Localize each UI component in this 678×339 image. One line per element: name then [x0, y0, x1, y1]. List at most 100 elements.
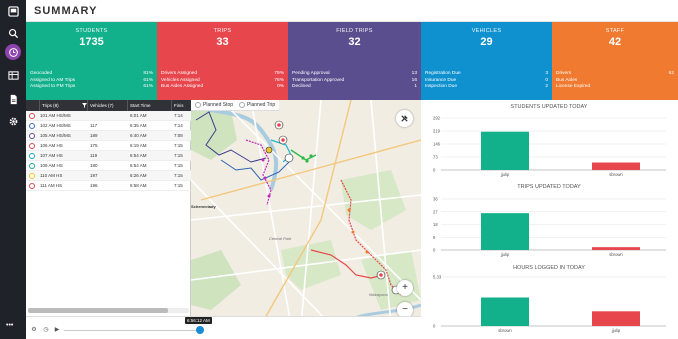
cell-finish: 7:15: [174, 173, 183, 178]
grid-header: Trips (8) Vehicles (7) Start Time Finis: [26, 100, 191, 111]
charts-panel: STUDENTS UPDATED TODAY 0 73 146 219 292 jjulip…: [421, 100, 678, 339]
tile-row: Bus Aides Assigned 0%: [161, 84, 284, 90]
column-header-start-time[interactable]: Start Time: [128, 100, 172, 111]
table-icon[interactable]: [4, 66, 22, 84]
tile-value: 33: [216, 36, 229, 48]
chart-students-updated-svg: STUDENTS UPDATED TODAY 0 73 146 219 292 jjulip…: [433, 104, 666, 177]
tile-students[interactable]: STUDENTS 1735 Geocoded 81% Assigned to AM…: [26, 22, 157, 100]
table-row[interactable]: 105 AM HS/MS 189 6:40 AM 7:08: [26, 131, 191, 141]
cell-trip: 111 AM HS: [40, 183, 63, 188]
route-color-dot: [29, 163, 35, 169]
filter-icon[interactable]: [80, 100, 88, 111]
legend-planned-trip[interactable]: Planned Trip: [239, 102, 275, 108]
cell-finish: 7:15: [174, 143, 183, 148]
tile-row: Drivers Assigned 79%: [161, 71, 284, 76]
map-tools-button[interactable]: [396, 110, 413, 127]
tile-row: Drivers 62: [556, 71, 674, 76]
settings-icon[interactable]: ⚙: [30, 326, 38, 334]
tile-trips[interactable]: TRIPS 33 Drivers Assigned 79% Vehicles As…: [157, 22, 288, 100]
playback-slider-handle[interactable]: [196, 326, 204, 334]
y-tick-label: 5.33: [433, 275, 442, 280]
app-logo-icon[interactable]: [4, 2, 22, 20]
table-row[interactable]: 102 AM HS/MS 117 6:35 AM 7:14: [26, 121, 191, 131]
route-color-dot: [29, 143, 35, 149]
legend-planned-stop[interactable]: Planned Stop: [195, 102, 233, 108]
route-color-dot: [29, 153, 35, 159]
tile-label: TRIPS: [213, 28, 232, 34]
search-icon[interactable]: [4, 24, 22, 42]
map-place-label: Schenectady: [191, 204, 216, 209]
tile-vehicles[interactable]: VEHICLES 29 Registration Due 3 Insurance …: [421, 22, 552, 100]
bar: [592, 311, 640, 326]
tile-row: Registration Due 3: [425, 71, 548, 76]
y-tick-label: 27: [433, 209, 438, 214]
cell-finish: 7:15: [174, 153, 183, 158]
cell-start-time: 6:40 AM: [130, 133, 147, 138]
chart-trips-updated: TRIPS UPDATED TODAY 0 9 18 27 36 jjulip sbrown: [421, 180, 678, 266]
cell-start-time: 6:35 AM: [130, 123, 147, 128]
y-tick-label: 0: [433, 168, 436, 173]
document-icon[interactable]: [4, 90, 22, 108]
chart-title: HOURS LOGGED IN TODAY: [513, 265, 585, 271]
tile-staff[interactable]: STAFF 42 Drivers 62 Bus Aides License Exp…: [552, 22, 678, 100]
bar: [481, 297, 529, 326]
y-tick-label: 146: [433, 142, 441, 147]
page-title: SUMMARY: [34, 5, 98, 17]
zoom-in-button[interactable]: +: [397, 280, 413, 296]
table-row[interactable]: 109 AM HS 180 6:54 AM 7:15: [26, 161, 191, 171]
cell-trip: 101 AM HS/MS: [40, 113, 71, 118]
x-tick-label: jjulip: [500, 252, 510, 257]
clock-icon[interactable]: ◷: [42, 326, 50, 334]
tile-field-trips[interactable]: FIELD TRIPS 32 Pending Approval 13 Transp…: [288, 22, 421, 100]
tile-value: 42: [608, 36, 622, 48]
tile-row: Geocoded 81%: [30, 71, 153, 76]
y-tick-label: 73: [433, 155, 438, 160]
cell-finish: 7:15: [174, 163, 183, 168]
more-menu-button[interactable]: •••: [6, 322, 13, 329]
y-tick-label: 18: [433, 222, 438, 227]
table-row[interactable]: 107 AM HS 119 6:54 AM 7:15: [26, 151, 191, 161]
x-tick-label: jjulip: [611, 328, 621, 333]
route-color-dot: [29, 183, 35, 189]
playback-track[interactable]: [64, 330, 204, 331]
scroll-thumb[interactable]: [28, 308, 168, 313]
route-color-dot: [29, 173, 35, 179]
tile-label: FIELD TRIPS: [336, 28, 373, 34]
map-view[interactable]: Planned Stop Planned Trip Schenectady Ce…: [191, 100, 421, 325]
legend-label: Planned Stop: [203, 102, 234, 108]
cell-start-time: 6:19 AM: [130, 143, 147, 148]
cell-trip: 110 AM HS: [40, 173, 63, 178]
x-tick-label: jjulip: [500, 172, 510, 177]
cell-vehicle: 119: [90, 153, 98, 158]
header: SUMMARY: [26, 0, 678, 22]
gear-icon[interactable]: [4, 112, 22, 130]
chart-title: STUDENTS UPDATED TODAY: [511, 104, 588, 110]
cell-vehicle: 180: [90, 163, 98, 168]
kpi-tiles: STUDENTS 1735 Geocoded 81% Assigned to AM…: [26, 22, 678, 100]
tile-row: Assigned to PM Trips 61%: [30, 84, 153, 90]
clock-icon[interactable]: [5, 44, 21, 60]
select-column-header[interactable]: [26, 100, 40, 111]
grid-horizontal-scrollbar[interactable]: [28, 308, 189, 313]
table-row[interactable]: 110 AM HS 197 6:26 AM 7:15: [26, 171, 191, 181]
y-tick-label: 9: [433, 235, 436, 240]
cell-vehicle: 196: [90, 183, 98, 188]
y-tick-label: 0: [433, 324, 436, 329]
table-row[interactable]: 106 AM HS 175 6:19 AM 7:15: [26, 141, 191, 151]
y-tick-label: 292: [433, 116, 441, 121]
bar: [481, 131, 529, 170]
cell-trip: 109 AM HS: [40, 163, 63, 168]
table-row[interactable]: 101 AM HS/MS 6:01 AM 7:14: [26, 111, 191, 121]
column-header-finish[interactable]: Finis: [172, 100, 191, 111]
play-icon[interactable]: ▶: [53, 326, 61, 334]
cell-start-time: 6:58 AM: [130, 183, 147, 188]
y-tick-label: 0: [433, 248, 436, 253]
cell-vehicle: 189: [90, 133, 98, 138]
legend-label: Planned Trip: [247, 102, 276, 108]
x-tick-label: sbrown: [609, 252, 623, 257]
table-row[interactable]: 111 AM HS 196 6:58 AM 7:15: [26, 181, 191, 191]
column-header-vehicles[interactable]: Vehicles (7): [88, 100, 128, 111]
cell-start-time: 6:26 AM: [130, 173, 147, 178]
map-place-label: Niskayuna: [369, 292, 388, 297]
cell-finish: 7:08: [174, 133, 183, 138]
